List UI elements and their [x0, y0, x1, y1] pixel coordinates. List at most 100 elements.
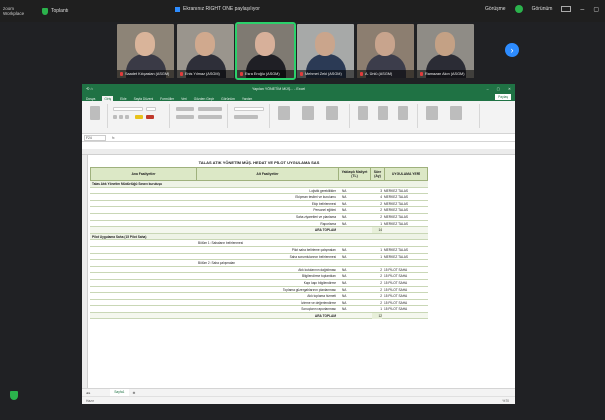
- participant-tile[interactable]: Ramazan Akın (ASGM): [417, 24, 474, 78]
- location-cell[interactable]: 15 PİLOT SAHA: [384, 293, 407, 299]
- table-row[interactable]: Saha sorumlularının belirlenmesi NA 1 MERKE…: [90, 254, 428, 261]
- duration-cell[interactable]: 1: [372, 221, 382, 227]
- location-cell[interactable]: 15 PİLOT SAHA: [384, 267, 407, 273]
- number-format-select[interactable]: [234, 107, 264, 111]
- table-row[interactable]: Atık toplama hizmeti NA 2 15 PİLOT SAHA: [90, 293, 428, 300]
- merge-center-button[interactable]: [198, 115, 222, 119]
- excel-autosave-icon[interactable]: ⟲ ⌂: [86, 86, 93, 91]
- minimize-icon[interactable]: –: [580, 6, 584, 13]
- bold-icon[interactable]: [113, 115, 117, 119]
- duration-cell[interactable]: 2: [372, 280, 382, 286]
- duration-cell[interactable]: 1: [372, 247, 382, 253]
- sub-activity-cell[interactable]: ARA TOPLAM: [198, 227, 336, 233]
- maximize-icon[interactable]: ▢: [593, 6, 599, 13]
- insert-icon[interactable]: [358, 106, 368, 120]
- sub-activity-cell[interactable]: Saha sorumlularının belirlenmesi: [198, 254, 336, 260]
- font-name-select[interactable]: [113, 107, 143, 111]
- cost-cell[interactable]: NA: [342, 188, 346, 194]
- duration-cell[interactable]: 2: [372, 207, 382, 213]
- table-row[interactable]: Ekipman teslimi ve kurulumu NA 4 MERKEZ TAL…: [90, 194, 428, 201]
- cost-cell[interactable]: NA: [342, 214, 346, 220]
- table-row[interactable]: İzleme ve değerlendirme NA 2 15 PİLOT SAHA: [90, 300, 428, 307]
- table-row[interactable]: Toplama güzergahlarının planlanması NA 2 15…: [90, 287, 428, 294]
- cost-cell[interactable]: NA: [342, 221, 346, 227]
- sub-activity-cell[interactable]: Saha ziyaretleri ve planlama: [198, 214, 336, 220]
- underline-icon[interactable]: [125, 115, 129, 119]
- tab-nav-icon[interactable]: ◂ ▸: [86, 391, 90, 395]
- next-participants-button[interactable]: ›: [505, 43, 519, 57]
- sub-activity-cell[interactable]: Bölüm 2: Saha çalışmaları: [198, 260, 336, 266]
- duration-cell[interactable]: 4: [372, 194, 382, 200]
- duration-cell[interactable]: 12: [372, 312, 382, 319]
- worksheet[interactable]: TALAS ATIK YÖNETİM MÜŞ. HEDAT VE PİLOT U…: [88, 155, 515, 388]
- sub-activity-cell[interactable]: ARA TOPLAM: [198, 313, 336, 319]
- table-row[interactable]: Pilot Uygulama Saha (15 Pilot Saha): [90, 233, 428, 241]
- table-row[interactable]: Ekip belirlenmesi NA 2 MERKEZ TALAS: [90, 201, 428, 208]
- duration-cell[interactable]: 2: [372, 273, 382, 279]
- table-row[interactable]: Bilgilendirme toplantıları NA 2 15 PİLOT SA…: [90, 273, 428, 280]
- sub-activity-cell[interactable]: Atık toplama hizmeti: [198, 293, 336, 299]
- cost-cell[interactable]: NA: [342, 201, 346, 207]
- duration-cell[interactable]: 2: [372, 267, 382, 273]
- duration-cell[interactable]: 2: [372, 214, 382, 220]
- sub-activity-cell[interactable]: Atık kutularının dağıtılması: [198, 267, 336, 273]
- zoom-level[interactable]: %70: [502, 399, 509, 403]
- font-size-select[interactable]: [146, 107, 156, 111]
- table-row[interactable]: Personel eğitimi NA 2 MERKEZ TALAS: [90, 207, 428, 214]
- location-cell[interactable]: 15 PİLOT SAHA: [384, 300, 407, 306]
- font-color-icon[interactable]: [146, 115, 154, 119]
- main-activity-cell[interactable]: Talas Atık Yönetim Müdürlüğü Sınavı kuru…: [92, 181, 162, 187]
- location-cell[interactable]: 15 PİLOT SAHA: [384, 287, 407, 293]
- location-cell[interactable]: MERKEZ TALAS: [384, 254, 408, 260]
- name-box[interactable]: F24: [84, 134, 106, 141]
- view-grid-icon[interactable]: [561, 6, 572, 12]
- duration-cell[interactable]: 14: [372, 227, 382, 234]
- table-row[interactable]: Raporlama NA 1 MERKEZ TALAS: [90, 221, 428, 228]
- excel-maximize-icon[interactable]: ▢: [497, 87, 500, 91]
- add-sheet-icon[interactable]: ⊕: [133, 391, 136, 395]
- sort-filter-icon[interactable]: [426, 106, 438, 120]
- sub-activity-cell[interactable]: Ekipman teslimi ve kurulumu: [198, 194, 336, 200]
- location-cell[interactable]: 15 PİLOT SAHA: [384, 273, 407, 279]
- duration-cell[interactable]: 2: [372, 201, 382, 207]
- duration-cell[interactable]: 1: [372, 306, 382, 312]
- cost-cell[interactable]: NA: [342, 194, 346, 200]
- table-row[interactable]: Bölüm 1: Sahaların belirlenmesi: [90, 240, 428, 247]
- location-cell[interactable]: MERKEZ TALAS: [384, 188, 408, 194]
- excel-close-icon[interactable]: ✕: [508, 87, 511, 91]
- sub-activity-cell[interactable]: Ekip belirlenmesi: [198, 201, 336, 207]
- duration-cell[interactable]: 3: [372, 188, 382, 194]
- sub-activity-cell[interactable]: Pilot saha belirleme çalışmaları: [198, 247, 336, 253]
- cost-cell[interactable]: NA: [342, 300, 346, 306]
- cost-cell[interactable]: NA: [342, 273, 346, 279]
- paste-icon[interactable]: [90, 106, 100, 120]
- location-cell[interactable]: MERKEZ TALAS: [384, 194, 408, 200]
- cell-styles-icon[interactable]: [326, 106, 338, 120]
- wrap-text-button[interactable]: [198, 107, 222, 111]
- delete-icon[interactable]: [378, 106, 388, 120]
- cost-cell[interactable]: NA: [342, 267, 346, 273]
- zoom-security-icon[interactable]: [10, 391, 18, 400]
- sub-activity-cell[interactable]: Raporlama: [198, 221, 336, 227]
- duration-cell[interactable]: 2: [372, 287, 382, 293]
- location-cell[interactable]: MERKEZ TALAS: [384, 214, 408, 220]
- meeting-info[interactable]: Toplantı: [42, 7, 69, 15]
- sub-activity-cell[interactable]: Bölüm 1: Sahaların belirlenmesi: [198, 240, 336, 246]
- sub-activity-cell[interactable]: İzleme ve değerlendirme: [198, 300, 336, 306]
- location-cell[interactable]: MERKEZ TALAS: [384, 221, 408, 227]
- table-row[interactable]: ARA TOPLAM 14: [90, 227, 428, 234]
- percent-icon[interactable]: [234, 115, 258, 119]
- duration-cell[interactable]: 2: [372, 300, 382, 306]
- fill-color-icon[interactable]: [135, 115, 143, 119]
- location-cell[interactable]: MERKEZ TALAS: [384, 201, 408, 207]
- participant-tile[interactable]: Mehmet Zeki (ASGM): [297, 24, 354, 78]
- table-row[interactable]: Bölüm 2: Saha çalışmaları: [90, 260, 428, 267]
- sub-activity-cell[interactable]: Bilgilendirme toplantıları: [198, 273, 336, 279]
- conditional-format-icon[interactable]: [278, 106, 290, 120]
- cost-cell[interactable]: NA: [342, 254, 346, 260]
- participant-tile[interactable]: Saadet Kılıçaslan (ASGM): [117, 24, 174, 78]
- status-label[interactable]: Görüşme: [485, 6, 506, 12]
- align-left-icon[interactable]: [176, 115, 194, 119]
- sub-activity-cell[interactable]: Toplama güzergahlarının planlanması: [198, 287, 336, 293]
- table-row[interactable]: Atık kutularının dağıtılması NA 2 15 PİLOT …: [90, 267, 428, 274]
